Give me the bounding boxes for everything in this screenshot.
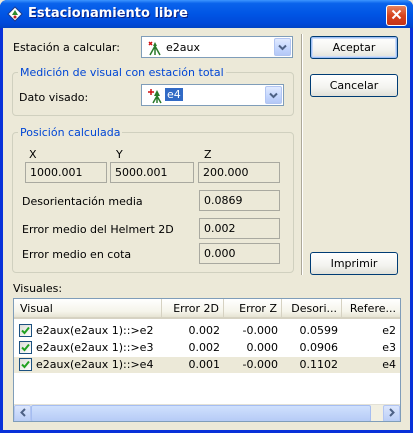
table-row[interactable]: e2aux(e2aux 1)::>e3 0.002 0.000 0.0906 e…	[14, 340, 400, 356]
z-value-field: 200.000	[198, 162, 280, 183]
column-header-desorientacion[interactable]: Desori...	[282, 299, 342, 317]
row-checkbox[interactable]	[19, 341, 32, 354]
cell-desorientacion: 0.1102	[299, 358, 339, 371]
cota-value-field: 0.000	[199, 243, 280, 264]
vertical-separator	[301, 34, 303, 275]
cell-referencia: e4	[382, 358, 396, 371]
column-header-referencia[interactable]: Refere...	[342, 299, 400, 317]
column-header-error-z[interactable]: Error Z	[224, 299, 282, 317]
x-label: X	[29, 148, 37, 161]
checkmark-icon	[21, 360, 30, 369]
cell-error-z: -0.000	[242, 324, 278, 337]
chevron-right-icon	[388, 407, 395, 420]
helmert-value-field: 0.002	[199, 218, 280, 239]
window-title: Estacionamiento libre	[28, 6, 188, 21]
dialog-client-area: Estación a calcular: e2aux Medición de v…	[3, 28, 410, 430]
cell-error-2d: 0.002	[188, 341, 221, 354]
z-label: Z	[204, 148, 212, 161]
dialog-window: Estacionamiento libre Estación a calcula…	[0, 0, 413, 433]
helmert-label: Error medio del Helmert 2D	[22, 223, 174, 236]
cell-desorientacion: 0.0906	[299, 341, 339, 354]
cell-error-2d: 0.002	[188, 324, 221, 337]
cell-error-z: 0.000	[246, 341, 279, 354]
chevron-down-icon	[278, 41, 287, 54]
station-combo[interactable]: e2aux	[141, 36, 293, 58]
close-button[interactable]	[386, 5, 407, 26]
x-value-field: 1000.001	[25, 162, 107, 183]
horizontal-scrollbar[interactable]	[14, 404, 400, 421]
print-button-label: Imprimir	[330, 257, 378, 270]
cell-visual: e2aux(e2aux 1)::>e4	[36, 358, 154, 371]
column-header-visual[interactable]: Visual	[14, 299, 162, 317]
cota-label: Error medio en cota	[22, 248, 132, 261]
cell-visual: e2aux(e2aux 1)::>e2	[36, 324, 154, 337]
dato-visado-dropdown[interactable]	[265, 86, 282, 104]
column-header-error-2d[interactable]: Error 2D	[162, 299, 224, 317]
app-station-icon	[7, 6, 23, 22]
target-prism-icon	[147, 88, 163, 104]
list-header: Visual Error 2D Error Z Desori... Refere…	[14, 299, 400, 319]
cell-referencia: e2	[382, 324, 396, 337]
cancel-button[interactable]: Cancelar	[310, 74, 398, 97]
dato-visado-label: Dato visado:	[19, 91, 89, 104]
cell-error-2d: 0.001	[188, 358, 221, 371]
table-row[interactable]: e2aux(e2aux 1)::>e2 0.002 -0.000 0.0599 …	[14, 323, 400, 339]
scrollbar-thumb[interactable]	[31, 405, 371, 421]
position-group-title: Posición calculada	[18, 126, 123, 139]
cancel-button-label: Cancelar	[329, 79, 379, 92]
y-value-field: 5000.001	[110, 162, 194, 183]
y-label: Y	[116, 148, 123, 161]
station-combo-dropdown[interactable]	[274, 38, 291, 56]
scroll-right-button[interactable]	[383, 405, 400, 421]
chevron-left-icon	[19, 407, 26, 420]
desorientacion-label: Desorientación media	[22, 195, 143, 208]
scroll-left-button[interactable]	[14, 405, 31, 421]
cell-error-z: -0.000	[242, 358, 278, 371]
checkmark-icon	[21, 326, 30, 335]
visuales-list[interactable]: Visual Error 2D Error Z Desori... Refere…	[13, 298, 401, 422]
cell-referencia: e3	[382, 341, 396, 354]
chevron-down-icon	[269, 89, 278, 102]
table-row[interactable]: e2aux(e2aux 1)::>e4 0.001 -0.000 0.1102 …	[14, 357, 400, 373]
station-label: Estación a calcular:	[13, 41, 120, 54]
cell-visual: e2aux(e2aux 1)::>e3	[36, 341, 154, 354]
title-bar[interactable]: Estacionamiento libre	[0, 0, 413, 28]
station-combo-value: e2aux	[166, 41, 200, 54]
accept-button-label: Aceptar	[332, 41, 376, 54]
row-checkbox[interactable]	[19, 324, 32, 337]
accept-button[interactable]: Aceptar	[310, 36, 398, 59]
dato-visado-value: e4	[165, 88, 183, 101]
cell-desorientacion: 0.0599	[299, 324, 339, 337]
dato-visado-combo[interactable]: e4	[141, 84, 284, 106]
close-icon	[391, 9, 402, 23]
station-tripod-icon	[147, 40, 163, 56]
desorientacion-value-field: 0.0869	[199, 190, 280, 211]
row-checkbox[interactable]	[19, 358, 32, 371]
checkmark-icon	[21, 343, 30, 352]
visuales-label: Visuales:	[13, 282, 63, 295]
visual-measurement-group-title: Medición de visual con estación total	[18, 66, 226, 79]
print-button[interactable]: Imprimir	[310, 252, 398, 275]
